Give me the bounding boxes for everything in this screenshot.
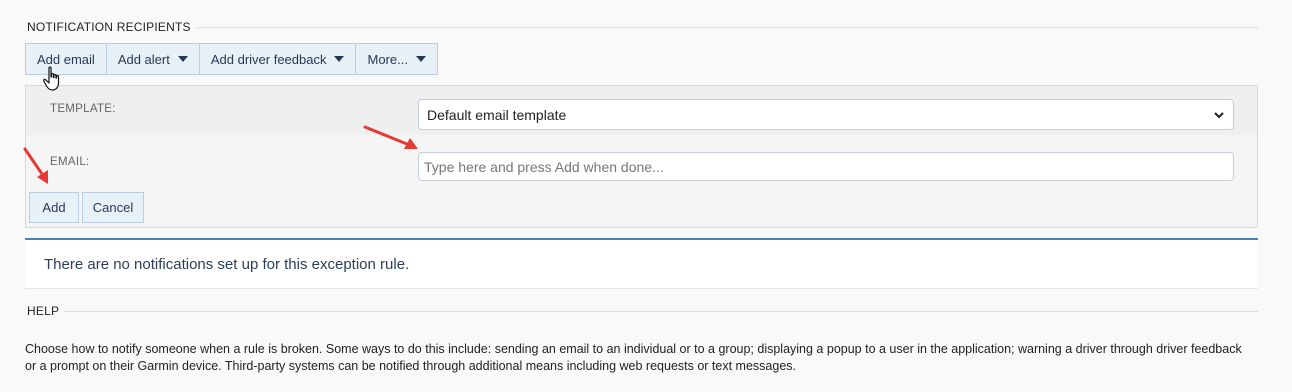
recipient-toolbar: Add email Add alert Add driver feedback … bbox=[25, 43, 438, 75]
divider bbox=[196, 26, 1258, 28]
help-header: HELP bbox=[27, 304, 1258, 318]
notice-text: There are no notifications set up for th… bbox=[44, 255, 410, 273]
more-button[interactable]: More... bbox=[356, 44, 436, 74]
cancel-button[interactable]: Cancel bbox=[82, 192, 144, 223]
add-email-form: TEMPLATE: Default email template EMAIL: … bbox=[25, 85, 1258, 228]
add-alert-label: Add alert bbox=[117, 51, 170, 67]
caret-down-icon bbox=[334, 56, 345, 62]
email-label: EMAIL: bbox=[50, 156, 90, 168]
notification-recipients-header: NOTIFICATION RECIPIENTS bbox=[27, 20, 1258, 34]
add-button[interactable]: Add bbox=[29, 192, 79, 223]
template-select[interactable]: Default email template bbox=[418, 99, 1234, 130]
cancel-button-label: Cancel bbox=[92, 200, 134, 215]
email-input[interactable]: Type here and press Add when done... bbox=[418, 152, 1234, 181]
hand-pointer-icon bbox=[43, 66, 60, 91]
no-notifications-notice: There are no notifications set up for th… bbox=[25, 238, 1258, 289]
template-selected-value: Default email template bbox=[427, 106, 567, 123]
help-text: Choose how to notify someone when a rule… bbox=[25, 342, 1242, 373]
add-driver-feedback-button[interactable]: Add driver feedback bbox=[200, 44, 357, 74]
add-email-label: Add email bbox=[37, 51, 95, 67]
more-label: More... bbox=[367, 51, 408, 67]
add-email-button[interactable]: Add email bbox=[26, 44, 107, 74]
caret-down-icon bbox=[415, 56, 426, 62]
add-button-label: Add bbox=[42, 200, 66, 215]
template-row: TEMPLATE: Default email template bbox=[26, 86, 1257, 135]
caret-down-icon bbox=[177, 56, 188, 62]
section-title: HELP bbox=[27, 304, 60, 318]
template-label: TEMPLATE: bbox=[50, 103, 116, 115]
add-alert-button[interactable]: Add alert bbox=[107, 44, 200, 74]
add-driver-feedback-label: Add driver feedback bbox=[210, 51, 327, 67]
email-placeholder: Type here and press Add when done... bbox=[424, 158, 664, 175]
section-title: NOTIFICATION RECIPIENTS bbox=[27, 20, 191, 34]
chevron-down-icon bbox=[1214, 112, 1224, 119]
divider bbox=[65, 310, 1258, 312]
